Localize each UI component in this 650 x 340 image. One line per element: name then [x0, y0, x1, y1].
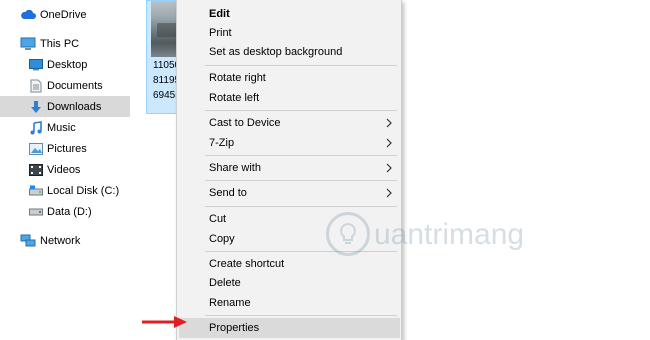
menu-item-label: Send to [209, 187, 247, 199]
navigation-pane: OneDrive This PC Desktop Documents Downl… [0, 0, 140, 340]
menu-item-send-to[interactable]: Send to [179, 183, 400, 203]
nav-item-label: OneDrive [40, 8, 87, 21]
nav-item-data-drive[interactable]: Data (D:) [0, 201, 130, 222]
pictures-folder-icon [28, 142, 44, 156]
nav-item-videos[interactable]: Videos [0, 159, 130, 180]
nav-item-onedrive[interactable]: OneDrive [0, 4, 130, 25]
chevron-right-icon [386, 138, 392, 148]
menu-item-label: Delete [209, 277, 241, 289]
desktop-folder-icon [28, 58, 44, 72]
menu-separator [205, 110, 397, 111]
nav-item-label: Data (D:) [47, 205, 92, 218]
nav-item-label: Documents [47, 79, 103, 92]
menu-item-label: Rotate left [209, 92, 260, 104]
menu-item-delete[interactable]: Delete [179, 273, 400, 293]
menu-separator [205, 206, 397, 207]
nav-item-pictures[interactable]: Pictures [0, 138, 130, 159]
menu-item-label: Share with [209, 162, 261, 174]
nav-item-label: This PC [40, 37, 80, 50]
menu-item-label: Rotate right [209, 72, 266, 84]
menu-item-rotate-right[interactable]: Rotate right [179, 68, 400, 88]
this-pc-icon [20, 37, 36, 51]
local-disk-icon [28, 184, 44, 198]
context-menu: Edit Print Set as desktop background Rot… [176, 0, 402, 340]
menu-item-7-zip[interactable]: 7-Zip [179, 133, 400, 153]
menu-item-label: Properties [209, 322, 260, 334]
watermark-logo: uantrimang [326, 212, 556, 262]
menu-separator [205, 155, 397, 156]
menu-item-label: Print [209, 27, 232, 39]
menu-item-label: Rename [209, 297, 251, 309]
chevron-right-icon [386, 118, 392, 128]
documents-folder-icon [28, 79, 44, 93]
menu-item-label: 7-Zip [209, 137, 235, 149]
nav-item-label: Network [40, 234, 81, 247]
nav-item-label: Desktop [47, 58, 88, 71]
menu-item-label: Create shortcut [209, 258, 285, 270]
menu-item-label: Cut [209, 213, 227, 225]
data-drive-icon [28, 205, 44, 219]
menu-separator [205, 65, 397, 66]
menu-item-set-desktop-background[interactable]: Set as desktop background [179, 42, 400, 62]
nav-item-local-disk[interactable]: Local Disk (C:) [0, 180, 130, 201]
music-note-icon [28, 120, 44, 135]
menu-separator [205, 315, 397, 316]
network-icon [20, 234, 36, 248]
nav-item-music[interactable]: Music [0, 117, 130, 138]
nav-item-label: Downloads [47, 100, 102, 113]
nav-item-network[interactable]: Network [0, 230, 130, 251]
videos-folder-icon [28, 163, 44, 177]
menu-item-label: Cast to Device [209, 117, 281, 129]
onedrive-cloud-icon [20, 8, 36, 22]
nav-item-label: Music [47, 121, 76, 134]
watermark-text: uantrimang [374, 218, 525, 251]
watermark-circle-icon [326, 212, 370, 256]
menu-separator [205, 180, 397, 181]
nav-item-label: Local Disk (C:) [47, 184, 120, 197]
menu-item-rotate-left[interactable]: Rotate left [179, 88, 400, 108]
chevron-right-icon [386, 188, 392, 198]
menu-item-share-with[interactable]: Share with [179, 158, 400, 178]
menu-item-cast-to-device[interactable]: Cast to Device [179, 113, 400, 133]
menu-item-label: Set as desktop background [209, 46, 343, 58]
red-pointer-arrow-icon [142, 316, 187, 328]
menu-item-label: Edit [209, 8, 230, 20]
menu-item-properties[interactable]: Properties [179, 318, 400, 338]
menu-item-edit[interactable]: Edit [179, 4, 400, 24]
nav-item-documents[interactable]: Documents [0, 75, 130, 96]
menu-item-rename[interactable]: Rename [179, 293, 400, 313]
menu-item-print[interactable]: Print [179, 23, 400, 43]
nav-item-label: Pictures [47, 142, 87, 155]
menu-item-label: Copy [209, 233, 235, 245]
nav-item-desktop[interactable]: Desktop [0, 54, 130, 75]
chevron-right-icon [386, 163, 392, 173]
nav-item-this-pc[interactable]: This PC [0, 33, 130, 54]
downloads-arrow-icon [28, 100, 44, 114]
nav-item-label: Videos [47, 163, 81, 176]
nav-item-downloads[interactable]: Downloads [0, 96, 130, 117]
